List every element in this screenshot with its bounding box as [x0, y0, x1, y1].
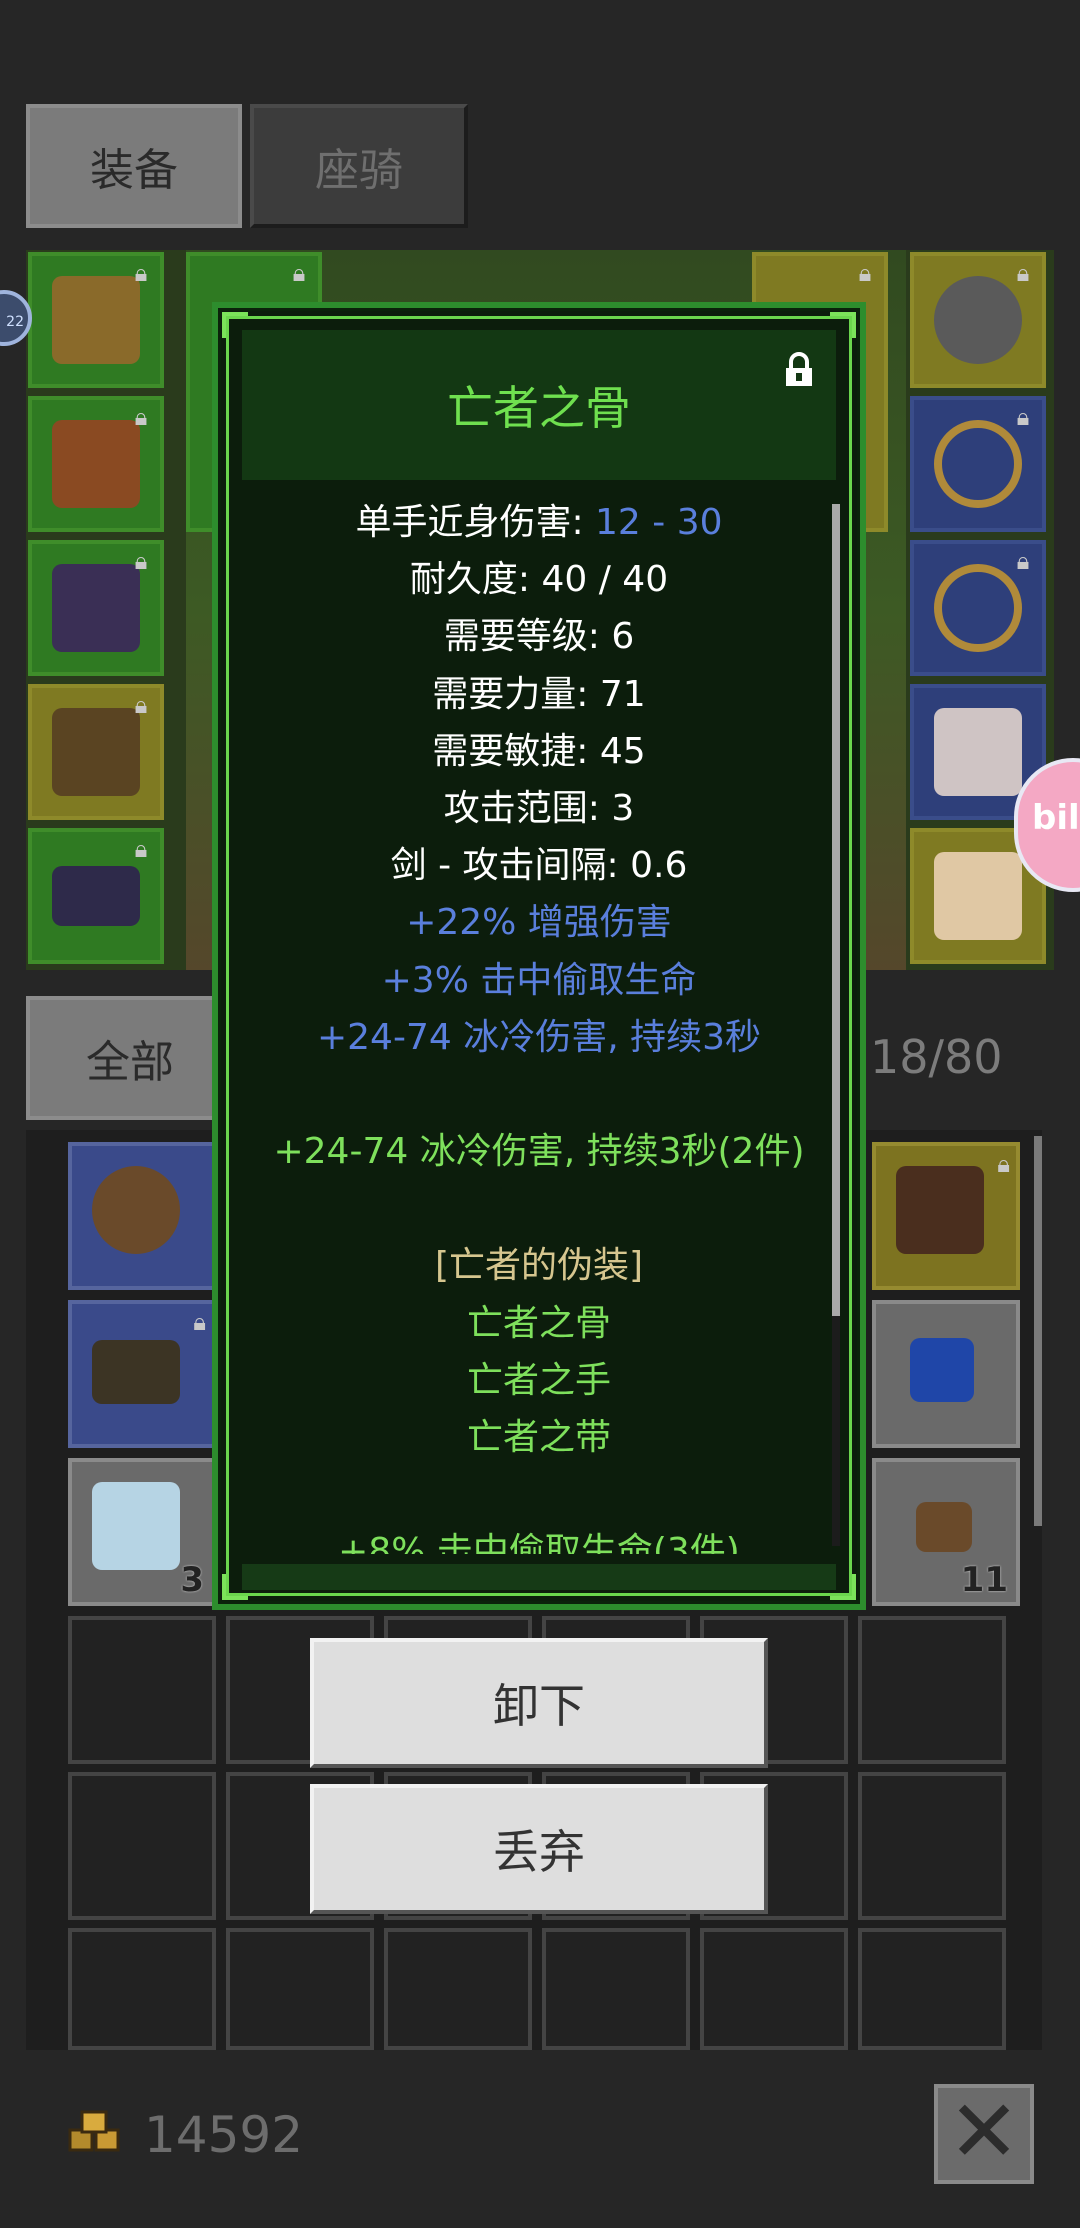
stat-attack-speed: 剑 - 攻击间隔: 0.6 [390, 845, 688, 887]
affix-damage: +22% 增强伤害 [406, 902, 672, 944]
stat-strength-req: 需要力量: 71 [432, 673, 646, 715]
lock-icon: 🔒︎ [1016, 547, 1030, 575]
close-icon: ✕ [947, 2082, 1021, 2182]
stat-dex-req: 需要敏捷: 45 [432, 730, 646, 772]
set-bonus-3: +8% 击中偷取生命(3件) [338, 1531, 740, 1554]
item-tooltip: 亡者之骨 单手近身伤害: 12 - 30 耐久度: 40 / 40 需要等级: … [212, 302, 866, 1610]
set-bonus-2: +24-74 冰冷伤害, 持续3秒(2件) [273, 1131, 805, 1173]
inventory-slot-empty[interactable] [858, 1616, 1006, 1764]
lock-icon: 🔒︎ [134, 403, 148, 431]
item-title: 亡者之骨 [447, 381, 631, 435]
inventory-slot-empty[interactable] [384, 1928, 532, 2050]
inventory-slot-empty[interactable] [542, 1928, 690, 2050]
stat-level-req: 需要等级: 6 [443, 616, 635, 658]
gloves-icon [896, 1166, 984, 1254]
armor-icon [52, 420, 140, 508]
tooltip-footer [242, 1564, 836, 1590]
belt-slot[interactable]: 🔒︎ [28, 828, 164, 964]
inventory-slot-empty[interactable] [68, 1928, 216, 2050]
amulet-slot[interactable]: 🔒︎ [910, 252, 1046, 388]
stat-range: 攻击范围: 3 [443, 787, 635, 829]
discard-button[interactable]: 丢弃 [310, 1784, 768, 1914]
amulet-icon [934, 276, 1022, 364]
lock-icon: 🔒︎ [1016, 259, 1030, 287]
stat-value: 12 - 30 [595, 502, 723, 543]
inventory-slot-empty[interactable] [226, 1928, 374, 2050]
ore-icon [916, 1502, 972, 1552]
gold-amount: 14592 [144, 2106, 304, 2164]
lock-icon: 🔒︎ [1016, 403, 1030, 431]
lock-icon: 🔒︎ [134, 547, 148, 575]
boots-icon [52, 708, 140, 796]
inventory-slot-belt[interactable]: 🔒︎ [68, 1300, 216, 1448]
belt-icon [52, 866, 140, 926]
helmet-icon [52, 276, 140, 364]
set-name: [亡者的伪装] [434, 1245, 644, 1287]
lock-icon: 🔒︎ [858, 259, 872, 287]
shield-icon [92, 1166, 180, 1254]
ring-slot-2[interactable]: 🔒︎ [910, 540, 1046, 676]
charm-icon [934, 852, 1022, 940]
ring-icon [934, 420, 1022, 508]
affix-lifesteal: +3% 击中偷取生命 [381, 959, 697, 1001]
scroll-icon [92, 1482, 180, 1570]
armor-slot[interactable]: 🔒︎ [28, 396, 164, 532]
close-button[interactable]: ✕ [934, 2084, 1034, 2184]
inventory-scrollbar[interactable] [1034, 1136, 1042, 1526]
unequip-button[interactable]: 卸下 [310, 1638, 768, 1768]
stat-durability: 耐久度: 40 / 40 [409, 559, 669, 601]
gloves-icon [52, 564, 140, 652]
affix-cold: +24-74 冰冷伤害, 持续3秒 [316, 1016, 761, 1058]
stat-damage: 单手近身伤害: 12 - 30 [242, 494, 836, 551]
ring-icon [934, 564, 1022, 652]
lock-icon: 🔒︎ [292, 259, 306, 287]
inventory-slot-empty[interactable] [858, 1772, 1006, 1920]
set-item: 亡者之骨 [466, 1302, 611, 1344]
lock-icon[interactable] [784, 352, 814, 388]
boots-slot[interactable]: 🔒︎ [28, 684, 164, 820]
lock-icon: 🔒︎ [134, 691, 148, 719]
tooltip-scroll-thumb[interactable] [832, 504, 840, 1316]
gold-icon [68, 2110, 120, 2152]
inventory-slot-empty[interactable] [68, 1772, 216, 1920]
tooltip-scrollbar[interactable] [832, 504, 840, 1546]
inventory-slot-gem[interactable] [872, 1300, 1020, 1448]
filter-all-tab[interactable]: 全部 [26, 996, 234, 1120]
inventory-slot-ore[interactable]: 11 [872, 1458, 1020, 1606]
tab-mount[interactable]: 座骑 [250, 104, 468, 228]
set-item: 亡者之手 [466, 1359, 611, 1401]
item-quantity: 11 [960, 1560, 1008, 1600]
inventory-slot-empty[interactable] [700, 1928, 848, 2050]
stat-label: 单手近身伤害: [355, 502, 596, 543]
inventory-slot-gloves[interactable]: 🔒︎ [872, 1142, 1020, 1290]
bilibili-logo: bili [1032, 798, 1080, 838]
inventory-slot-shield[interactable] [68, 1142, 216, 1290]
lock-icon: 🔒︎ [193, 1308, 206, 1336]
inventory-slot-empty[interactable] [858, 1928, 1006, 2050]
belt-icon [92, 1340, 180, 1404]
gloves-slot[interactable]: 🔒︎ [28, 540, 164, 676]
charm-icon [934, 708, 1022, 796]
gem-icon [910, 1338, 974, 1402]
lock-icon: 🔒︎ [134, 259, 148, 287]
inventory-slot-empty[interactable] [68, 1616, 216, 1764]
ring-slot-1[interactable]: 🔒︎ [910, 396, 1046, 532]
tab-equipment[interactable]: 装备 [26, 104, 242, 228]
tooltip-stats: 单手近身伤害: 12 - 30 耐久度: 40 / 40 需要等级: 6 需要力… [242, 494, 836, 1554]
set-item: 亡者之带 [466, 1417, 611, 1458]
lock-icon: 🔒︎ [997, 1150, 1010, 1178]
bag-capacity: 18/80 [870, 1030, 1003, 1084]
tooltip-header: 亡者之骨 [242, 330, 836, 480]
lock-icon: 🔒︎ [134, 835, 148, 863]
helmet-slot[interactable]: 🔒︎ [28, 252, 164, 388]
item-quantity: 3 [180, 1560, 204, 1600]
inventory-slot-scroll[interactable]: 3 [68, 1458, 216, 1606]
